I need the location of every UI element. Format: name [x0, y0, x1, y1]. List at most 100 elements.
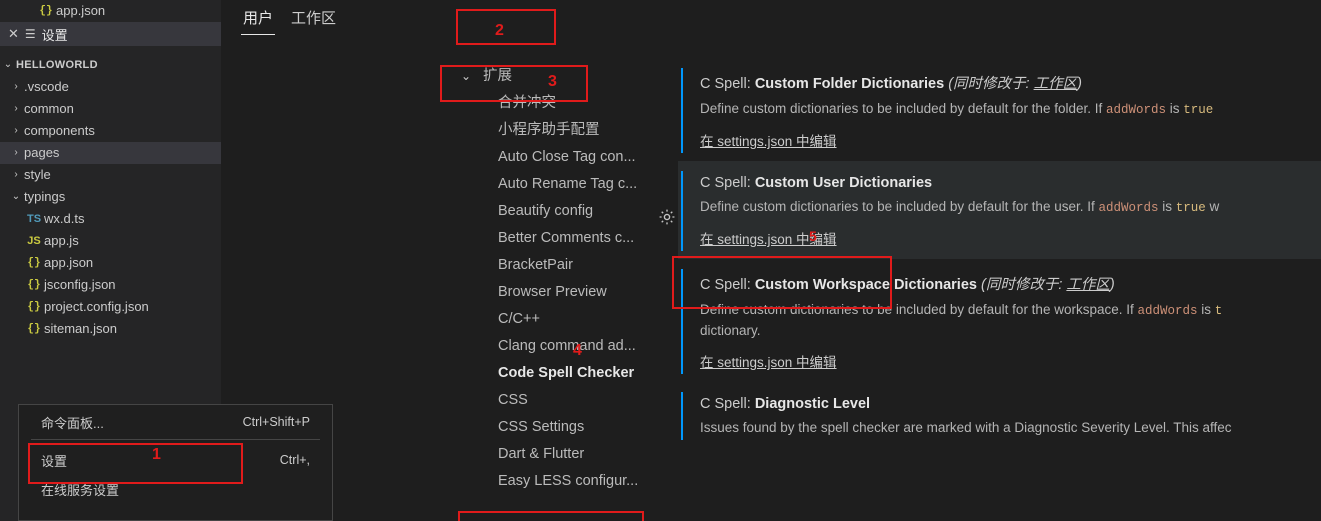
- category-item-auto-rename-tag-c[interactable]: Auto Rename Tag c...: [455, 171, 681, 198]
- category-item-[interactable]: 小程序助手配置: [455, 117, 681, 144]
- override-scope-link[interactable]: 工作区: [1066, 277, 1110, 293]
- category-item-better-comments-c[interactable]: Better Comments c...: [455, 225, 681, 252]
- tree-item-components[interactable]: › components: [0, 120, 221, 142]
- setting-description: Issues found by the spell checker are ma…: [700, 418, 1321, 438]
- category-item-browser-preview[interactable]: Browser Preview: [455, 279, 681, 306]
- category-item-c-c[interactable]: C/C++: [455, 306, 681, 333]
- tree-item-label: typings: [24, 189, 66, 204]
- override-prefix: (同时修改于:: [948, 76, 1034, 92]
- tree-item-label: .vscode: [24, 79, 69, 94]
- tree-item-label: app.json: [44, 255, 94, 270]
- modified-indicator: [681, 171, 683, 251]
- edit-in-settings-json-link[interactable]: 在 settings.json 中编辑: [700, 228, 837, 248]
- tree-item-jsconfig-json[interactable]: {} jsconfig.json: [0, 274, 221, 296]
- desc-code-token: addWords: [1105, 103, 1166, 117]
- chevron-right-icon: ›: [14, 103, 18, 114]
- tree-item-wx-d-ts[interactable]: TS wx.d.ts: [0, 208, 221, 230]
- modified-indicator: [681, 269, 683, 374]
- override-prefix: (同时修改于:: [980, 277, 1067, 293]
- settings-list: C Spell: Custom Folder Dictionaries (同时修…: [678, 58, 1321, 521]
- setting-item[interactable]: C Spell: Custom User Dictionaries Define …: [678, 161, 1321, 259]
- category-item-label: CSS: [498, 392, 528, 408]
- category-row-partial: [455, 50, 681, 63]
- modified-indicator: [681, 392, 683, 440]
- project-root-helloworld[interactable]: ⌄ HELLOWORLD: [0, 54, 221, 76]
- tab-workspace[interactable]: 工作区: [282, 4, 345, 35]
- close-icon[interactable]: ✕: [8, 26, 19, 42]
- setting-description: Define custom dictionaries to be include…: [700, 300, 1321, 321]
- desc-code-token: addWords: [1137, 304, 1198, 318]
- tree-item-siteman-json[interactable]: {} siteman.json: [0, 318, 221, 340]
- modified-indicator: [681, 68, 683, 153]
- json-icon: {}: [27, 279, 41, 291]
- desc-code-token: addWords: [1098, 201, 1159, 215]
- setting-item[interactable]: C Spell: Diagnostic Level Issues found by…: [678, 382, 1321, 448]
- category-item-label: Code Spell Checker: [498, 365, 635, 381]
- category-item-auto-close-tag-con[interactable]: Auto Close Tag con...: [455, 144, 681, 171]
- setting-description: Define custom dictionaries to be include…: [700, 197, 1321, 218]
- override-scope-link[interactable]: 工作区: [1034, 76, 1078, 92]
- gear-icon[interactable]: [658, 208, 676, 226]
- context-menu-settings-item[interactable]: 设置 Ctrl+,: [19, 444, 332, 476]
- category-item-clang-command-ad[interactable]: Clang command ad...: [455, 333, 681, 360]
- open-editor-settings-tab[interactable]: ✕ ☰ 设置: [0, 22, 221, 46]
- tree-item-app-json[interactable]: {} app.json: [0, 252, 221, 274]
- chevron-right-icon: ›: [14, 125, 18, 136]
- desc-text: w: [1205, 199, 1220, 214]
- setting-title-prefix: C Spell:: [700, 396, 755, 412]
- category-item-dart-flutter[interactable]: Dart & Flutter: [455, 441, 681, 468]
- desc-text: Issues found by the spell checker are ma…: [700, 420, 1232, 435]
- tree-item-app-js[interactable]: JS app.js: [0, 230, 221, 252]
- json-icon: {}: [27, 301, 41, 313]
- setting-title: C Spell: Diagnostic Level: [700, 396, 1321, 412]
- setting-override-note: (同时修改于: 工作区): [944, 76, 1082, 92]
- category-item-css[interactable]: CSS: [455, 387, 681, 414]
- tree-item-label: components: [24, 123, 95, 138]
- setting-item[interactable]: C Spell: Custom Folder Dictionaries (同时修…: [678, 58, 1321, 161]
- category-item-css-settings[interactable]: CSS Settings: [455, 414, 681, 441]
- setting-title-name: Custom Workspace Dictionaries: [754, 277, 977, 293]
- setting-title: C Spell: Custom User Dictionaries: [700, 175, 1321, 191]
- gear-context-menu: 命令面板... Ctrl+Shift+P 设置 Ctrl+, 在线服务设置: [18, 404, 333, 521]
- edit-in-settings-json-link[interactable]: 在 settings.json 中编辑: [700, 130, 837, 150]
- category-item-bracketpair[interactable]: BracketPair: [455, 252, 681, 279]
- category-group-extensions[interactable]: ⌄ 扩展: [455, 63, 681, 90]
- category-item-label: Beautify config: [498, 203, 594, 219]
- category-item-beautify-config[interactable]: Beautify config: [455, 198, 681, 225]
- category-item-label: Easy LESS configur...: [498, 473, 639, 489]
- setting-item[interactable]: C Spell: Custom Workspace Dictionaries (…: [678, 259, 1321, 382]
- edit-in-settings-json-link[interactable]: 在 settings.json 中编辑: [700, 351, 837, 371]
- setting-title-name: Diagnostic Level: [754, 396, 871, 412]
- project-root-label: HELLOWORLD: [16, 59, 98, 71]
- setting-override-note: (同时修改于: 工作区): [977, 277, 1115, 293]
- tree-item-project-config-json[interactable]: {} project.config.json: [0, 296, 221, 318]
- tab-user[interactable]: 用户: [234, 4, 282, 35]
- context-menu-item-label: 命令面板...: [41, 415, 104, 431]
- context-menu-command-palette[interactable]: 命令面板... Ctrl+Shift+P: [19, 409, 332, 435]
- tree-item-typings[interactable]: ⌄ typings: [0, 186, 221, 208]
- tree-item-label: jsconfig.json: [44, 277, 116, 292]
- category-item-label: BracketPair: [498, 257, 573, 273]
- category-item-label: Browser Preview: [498, 284, 607, 300]
- file-label: app.json: [56, 3, 106, 18]
- context-menu-item-label: 设置: [41, 453, 68, 469]
- setting-title: C Spell: Custom Folder Dictionaries (同时修…: [700, 72, 1321, 93]
- tree-item-pages[interactable]: › pages: [0, 142, 221, 164]
- list-icon: ☰: [24, 27, 36, 41]
- tree-item-style[interactable]: › style: [0, 164, 221, 186]
- tree-item-label: siteman.json: [44, 321, 117, 336]
- desc-text: is: [1166, 101, 1184, 116]
- category-item-label: C/C++: [498, 311, 540, 327]
- chevron-right-icon: ›: [14, 169, 18, 180]
- category-item-[interactable]: 合并冲突: [455, 90, 681, 117]
- setting-title-prefix: C Spell:: [700, 277, 755, 293]
- open-editor-app-json[interactable]: {} app.json: [0, 0, 221, 22]
- context-menu-online-services-item[interactable]: 在线服务设置: [19, 476, 332, 502]
- category-item-code-spell-checker[interactable]: Code Spell Checker: [455, 360, 681, 387]
- settings-category-tree: ⌄ 扩展 合并冲突 小程序助手配置 Auto Close Tag con... Aut…: [455, 50, 681, 521]
- tree-item-common[interactable]: › common: [0, 98, 221, 120]
- chevron-right-icon: ›: [14, 81, 18, 92]
- category-item-easy-less-configur[interactable]: Easy LESS configur...: [455, 468, 681, 495]
- tree-item--vscode[interactable]: › .vscode: [0, 76, 221, 98]
- setting-description: Define custom dictionaries to be include…: [700, 99, 1321, 120]
